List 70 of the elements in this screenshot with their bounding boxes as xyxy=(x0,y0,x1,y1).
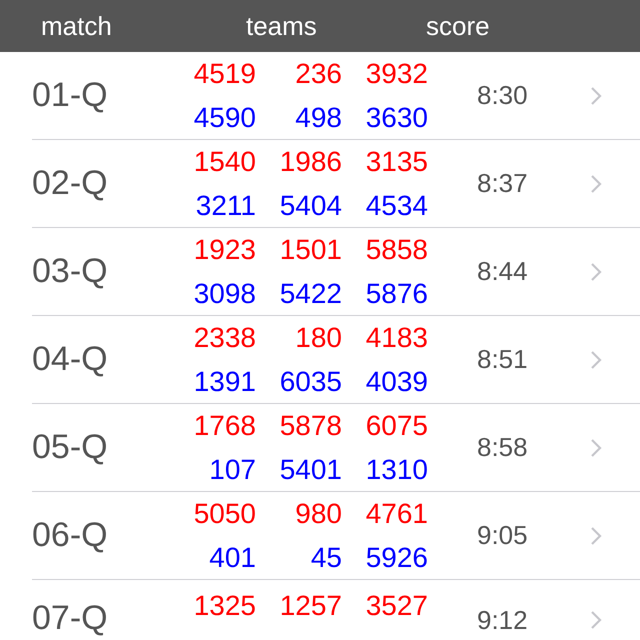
alliance-team-number: 3135 xyxy=(364,144,428,178)
match-label: 07-Q xyxy=(32,600,109,639)
alliance-team-number: 2338 xyxy=(192,320,256,354)
match-row[interactable]: 03-Q 1923 1501 5858 3098 5422 5876 8:44 xyxy=(32,228,640,316)
opponent-team-number: 1310 xyxy=(364,452,428,486)
alliance-team-number: 1501 xyxy=(278,232,342,266)
match-time: 8:44 xyxy=(477,256,529,287)
match-label: 01-Q xyxy=(32,76,109,115)
opponent-team-number: 3211 xyxy=(194,188,256,222)
chevron-icon xyxy=(590,610,602,630)
match-row[interactable]: 01-Q 4519 236 3932 4590 498 3630 8:30 xyxy=(32,52,640,140)
opponent-team-number: 1391 xyxy=(192,364,256,398)
column-header: match xyxy=(41,10,113,42)
match-row[interactable]: 04-Q 2338 180 4183 1391 6035 4039 8:51 xyxy=(32,316,640,404)
alliance-team-number: 5050 xyxy=(192,496,256,530)
match-time: 8:51 xyxy=(477,344,529,375)
alliance-team-number: 5858 xyxy=(364,232,428,266)
match-row[interactable]: 02-Q 1540 1986 3135 3211 5404 4534 8:37 xyxy=(32,140,640,228)
alliance-team-number: 1540 xyxy=(192,144,256,178)
match-row[interactable]: 05-Q 1768 5878 6075 107 5401 1310 8:58 xyxy=(32,404,640,492)
alliance-team-number: 5878 xyxy=(278,408,342,442)
alliance-team-number: 180 xyxy=(294,320,342,354)
match-label: 02-Q xyxy=(32,164,109,203)
match-time: 9:12 xyxy=(477,605,529,637)
chevron-icon xyxy=(590,174,602,194)
alliance-team-number: 4519 xyxy=(192,56,256,90)
match-time: 8:58 xyxy=(477,432,529,463)
alliance-team-number: 236 xyxy=(294,56,342,90)
opponent-team-number: 5422 xyxy=(278,276,342,310)
match-label: 03-Q xyxy=(32,252,109,291)
match-label: 05-Q xyxy=(32,428,109,467)
match-row[interactable]: 06-Q 5050 980 4761 401 45 5926 9:05 xyxy=(32,492,640,580)
opponent-team-number: 5876 xyxy=(364,276,428,310)
alliance-team-number: 3527 xyxy=(364,589,428,623)
chevron-icon xyxy=(590,262,602,282)
opponent-team-number: 107 xyxy=(208,452,256,486)
column-header: score xyxy=(426,10,490,42)
match-time: 8:37 xyxy=(477,168,529,199)
opponent-team-number: 4039 xyxy=(364,364,428,398)
opponent-team-number: 5926 xyxy=(364,540,428,574)
match-row[interactable]: 07-Q 1325 1257 3527 9:12 xyxy=(32,580,640,640)
alliance-team-number: 4183 xyxy=(364,320,428,354)
chevron-icon xyxy=(590,526,602,546)
match-label: 06-Q xyxy=(32,516,109,555)
alliance-team-number: 1257 xyxy=(278,589,342,623)
opponent-team-number: 4590 xyxy=(192,100,256,134)
chevron-icon xyxy=(590,86,602,106)
alliance-team-number: 1768 xyxy=(192,408,256,442)
opponent-team-number: 498 xyxy=(294,100,342,134)
match-time: 8:30 xyxy=(477,80,529,111)
alliance-team-number: 6075 xyxy=(364,408,428,442)
alliance-team-number: 1986 xyxy=(278,144,342,178)
opponent-team-number: 45 xyxy=(310,540,342,574)
chevron-icon xyxy=(590,438,602,458)
opponent-team-number: 6035 xyxy=(278,364,342,398)
opponent-team-number: 5404 xyxy=(278,188,342,222)
opponent-team-number: 3630 xyxy=(364,100,428,134)
match-time: 9:05 xyxy=(477,520,529,551)
alliance-team-number: 3932 xyxy=(364,56,428,90)
opponent-team-number: 4534 xyxy=(364,188,428,222)
alliance-team-number: 4761 xyxy=(364,496,428,530)
opponent-team-number: 3098 xyxy=(192,276,256,310)
alliance-team-number: 1325 xyxy=(192,589,256,623)
match-label: 04-Q xyxy=(32,340,109,379)
alliance-team-number: 1923 xyxy=(192,232,256,266)
alliance-team-number: 980 xyxy=(294,496,342,530)
column-header: teams xyxy=(246,10,318,42)
opponent-team-number: 5401 xyxy=(278,452,342,486)
chevron-icon xyxy=(590,350,602,370)
opponent-team-number: 401 xyxy=(208,540,256,574)
